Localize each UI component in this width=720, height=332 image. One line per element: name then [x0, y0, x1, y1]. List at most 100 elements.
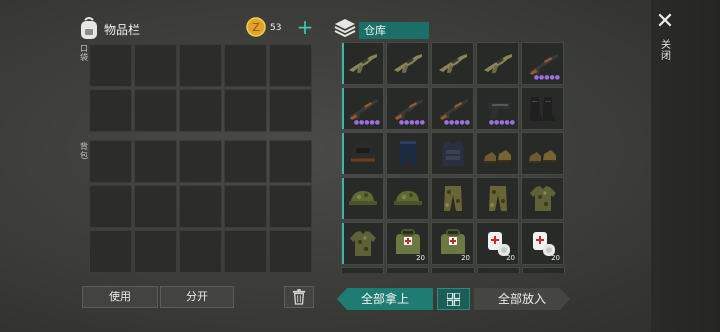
take-all-button[interactable]: 全部拿上 [337, 288, 433, 310]
split-button[interactable]: 分开 [160, 286, 234, 308]
inventory-title: 物品栏 [104, 23, 141, 37]
camo-jacket-icon [350, 231, 376, 256]
warehouse-slot[interactable] [431, 177, 474, 220]
pocket-slot[interactable] [224, 44, 267, 87]
backpack-slot[interactable] [179, 140, 222, 183]
svg-text:Z: Z [252, 21, 260, 34]
camo-pants-icon [444, 186, 462, 211]
backpack-slot[interactable] [179, 185, 222, 228]
backpack-slot[interactable] [179, 230, 222, 273]
backpack-slot[interactable] [134, 140, 177, 183]
backpack-slot[interactable] [89, 185, 132, 228]
camo-pants-icon [489, 186, 507, 211]
warehouse-slot[interactable] [341, 42, 384, 85]
backpack-label: 背包 [80, 142, 88, 160]
warehouse-slot[interactable] [431, 132, 474, 175]
warehouse-slot[interactable] [386, 132, 429, 175]
trash-icon [292, 289, 306, 305]
pocket-slot[interactable] [89, 89, 132, 132]
warehouse-slot[interactable] [476, 42, 519, 85]
pocket-slot[interactable] [134, 44, 177, 87]
warehouse-slot[interactable]: ●●●●● [341, 87, 384, 130]
warehouse-grid: ●●●●● ●●●●● ●●●●● ●●●●● ●●●●● 20 20 20 20 [341, 42, 564, 265]
rarity-dots: ●●●●● [533, 74, 560, 81]
pocket-slot[interactable] [269, 89, 312, 132]
add-coins-button[interactable]: + [294, 17, 316, 38]
warehouse-slot[interactable]: 20 [476, 222, 519, 265]
warehouse-slot[interactable] [476, 177, 519, 220]
backpack-slot[interactable] [224, 140, 267, 183]
warehouse-slot[interactable] [341, 222, 384, 265]
rifle-icon [349, 54, 377, 74]
backpack-slot[interactable] [134, 185, 177, 228]
item-quantity: 20 [461, 254, 470, 262]
item-quantity: 20 [506, 254, 515, 262]
rifle-icon [439, 54, 467, 74]
backpack-slot[interactable] [269, 185, 312, 228]
backpack-slot[interactable] [89, 140, 132, 183]
backpack-grid [89, 140, 312, 273]
backpack-slot[interactable] [89, 230, 132, 273]
close-label[interactable]: 关闭 [660, 40, 672, 62]
backpack-slot[interactable] [269, 140, 312, 183]
warehouse-slot[interactable]: ●●●●● [476, 87, 519, 130]
pocket-slot[interactable] [269, 44, 312, 87]
warehouse-slot[interactable] [521, 132, 564, 175]
rarity-dots: ●●●●● [353, 119, 380, 126]
pocket-slot[interactable] [179, 89, 222, 132]
cap-icon [394, 191, 422, 205]
trash-button[interactable] [284, 286, 314, 308]
pants-icon [399, 141, 417, 166]
warehouse-slot[interactable] [386, 177, 429, 220]
warehouse-slot[interactable] [521, 177, 564, 220]
pocket-slot[interactable] [179, 44, 222, 87]
put-all-button[interactable]: 全部放入 [474, 288, 570, 310]
coin-icon: Z [246, 17, 266, 37]
shoes-icon [529, 150, 556, 163]
warehouse-slot[interactable] [341, 177, 384, 220]
warehouse-slot[interactable]: ●●●●● [386, 87, 429, 130]
backpack-icon [81, 17, 97, 39]
shoes-icon [484, 150, 511, 163]
warehouse-slot[interactable]: ●●●●● [521, 42, 564, 85]
sort-icon [446, 292, 461, 307]
warehouse-slot[interactable]: 20 [431, 222, 474, 265]
warehouse-icon [334, 19, 356, 38]
rarity-dots: ●●●●● [443, 119, 470, 126]
cap-icon [349, 191, 377, 205]
backpack-slot[interactable] [269, 230, 312, 273]
use-button[interactable]: 使用 [82, 286, 158, 308]
pocket-label: 口袋 [80, 44, 88, 62]
warehouse-slot[interactable]: 20 [521, 222, 564, 265]
warehouse-slot[interactable]: 20 [386, 222, 429, 265]
sort-button[interactable] [437, 288, 470, 310]
backpack-slot[interactable] [134, 230, 177, 273]
pocket-slot[interactable] [224, 89, 267, 132]
coin-count: 53 [270, 23, 282, 33]
pocket-slot[interactable] [134, 89, 177, 132]
helmet-icon [351, 142, 375, 162]
rarity-dots: ●●●●● [398, 119, 425, 126]
camo-jacket-icon [530, 186, 556, 211]
boots-icon [530, 97, 555, 121]
rarity-dots: ●●●●● [488, 119, 515, 126]
warehouse-slot[interactable] [476, 132, 519, 175]
vest-icon [442, 141, 464, 166]
close-icon[interactable]: ✕ [655, 11, 675, 33]
rifle-icon [394, 54, 422, 74]
item-quantity: 20 [551, 254, 560, 262]
warehouse-slot[interactable] [386, 42, 429, 85]
backpack-slot[interactable] [224, 185, 267, 228]
warehouse-slot[interactable] [431, 42, 474, 85]
pocket-grid [89, 44, 312, 132]
warehouse-slot[interactable]: ●●●●● [431, 87, 474, 130]
item-quantity: 20 [416, 254, 425, 262]
pocket-slot[interactable] [89, 44, 132, 87]
rifle-icon [484, 54, 512, 74]
backpack-slot[interactable] [224, 230, 267, 273]
warehouse-slot[interactable] [521, 87, 564, 130]
warehouse-slot[interactable] [341, 132, 384, 175]
inventory-header: 物品栏 Z 53 + [76, 14, 316, 44]
warehouse-next-row [341, 267, 566, 273]
warehouse-title: 仓库 [359, 22, 429, 39]
